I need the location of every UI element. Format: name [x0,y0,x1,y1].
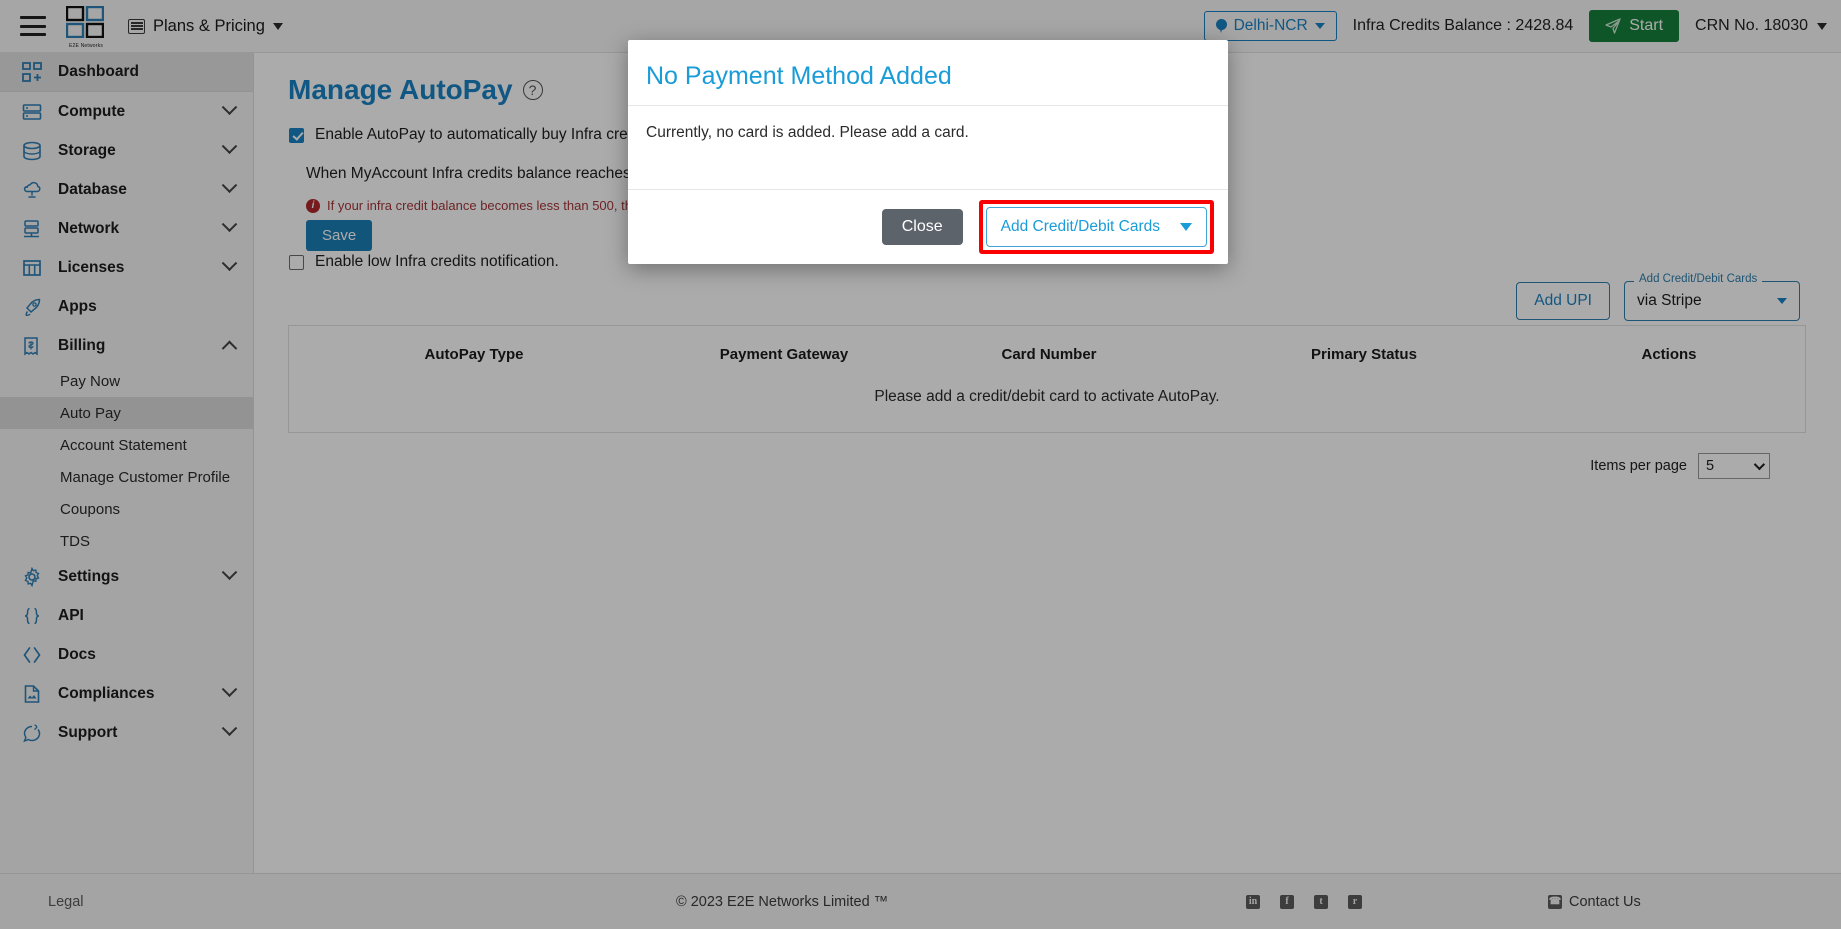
chevron-down-icon [1180,223,1192,231]
modal-close-button[interactable]: Close [881,209,963,245]
app-root: E2E Networks Plans & Pricing Delhi-NCR I… [0,0,1841,929]
modal-add-credit-debit-cards-button[interactable]: Add Credit/Debit Cards [985,207,1207,247]
modal-add-cards-label: Add Credit/Debit Cards [1000,218,1160,235]
modal-footer: Close Add Credit/Debit Cards [628,190,1228,264]
modal-body: Currently, no card is added. Please add … [628,106,1228,190]
no-payment-method-modal: No Payment Method Added Currently, no ca… [628,40,1228,264]
highlight-outline: Add Credit/Debit Cards [978,200,1214,254]
modal-title: No Payment Method Added [646,62,952,90]
modal-header: No Payment Method Added [628,40,1228,106]
